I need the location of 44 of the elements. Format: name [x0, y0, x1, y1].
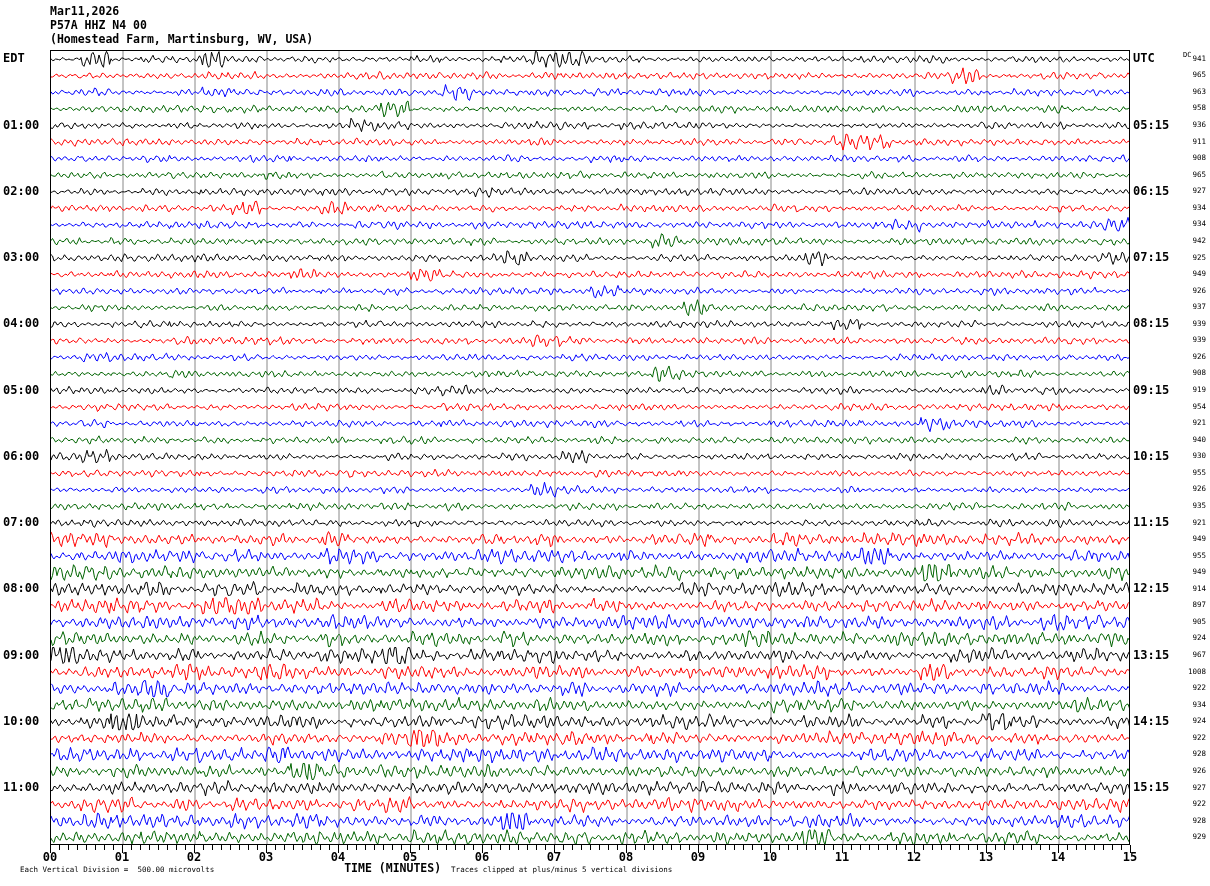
hour-label: 09:00 [3, 647, 40, 662]
hour-label: 11:00 [3, 780, 40, 795]
axis-tick-label: 02 [185, 851, 203, 863]
axis-tick-label: 09 [689, 851, 707, 863]
axis-tick-label: 11 [833, 851, 851, 863]
hour-label: 04:00 [3, 316, 40, 331]
axis-title: TIME (MINUTES) [344, 862, 442, 874]
axis-tick-label: 13 [977, 851, 995, 863]
timezone-label: EDT [3, 51, 25, 66]
hour-label: 02:00 [3, 183, 40, 198]
station-title: P57A HHZ N4 00 [50, 18, 147, 32]
hour-label: 06:00 [3, 448, 40, 463]
hour-label: 08:00 [3, 581, 40, 596]
hour-label: 05:00 [3, 382, 40, 397]
hour-label: 11:15 [1133, 515, 1170, 530]
axis-tick-label: 05 [402, 851, 418, 863]
hour-label: 07:15 [1133, 250, 1170, 265]
hour-label: 15:15 [1133, 780, 1170, 795]
axis-tick-label: 01 [113, 851, 131, 863]
axis-tick-label: 06 [473, 851, 491, 863]
hour-label: 05:15 [1133, 117, 1170, 132]
hour-label: 09:15 [1133, 382, 1170, 397]
timezone-label: UTC [1133, 51, 1155, 66]
axis-tick-label: 15 [1121, 851, 1139, 863]
axis-tick-label: 04 [329, 851, 346, 863]
axis-tick-label: 14 [1049, 851, 1067, 863]
hour-label: 06:15 [1133, 183, 1170, 198]
axis-tick-label: 08 [617, 851, 635, 863]
axis-tick-label: 03 [257, 851, 275, 863]
hour-label: 13:15 [1133, 647, 1170, 662]
axis-tick-label: 00 [41, 851, 59, 863]
hour-label: 07:00 [3, 515, 40, 530]
location-title: (Homestead Farm, Martinsburg, WV, USA) [50, 32, 314, 46]
axis-tick-label: 10 [761, 851, 779, 863]
axis-tick-label: 07 [545, 851, 563, 863]
hour-label: 03:00 [3, 250, 40, 265]
hour-label: 10:15 [1133, 448, 1170, 463]
hour-label: 12:15 [1133, 581, 1170, 596]
hour-label: 01:00 [3, 117, 40, 132]
hour-label: 10:00 [3, 713, 40, 728]
date-title: Mar11,2026 [50, 4, 120, 18]
hour-label: 08:15 [1133, 316, 1170, 331]
hour-label: 14:15 [1133, 713, 1170, 728]
axis-tick-label: 12 [905, 851, 923, 863]
